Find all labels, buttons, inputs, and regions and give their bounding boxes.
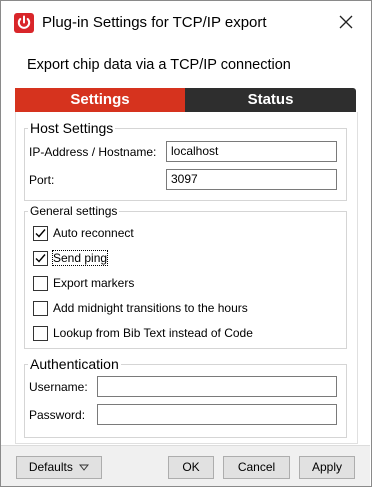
power-icon <box>14 13 34 33</box>
checkbox-box[interactable] <box>33 276 48 291</box>
defaults-button[interactable]: Defaults <box>16 456 102 479</box>
authentication-group: Authentication <box>24 356 347 438</box>
port-label: Port: <box>29 173 55 187</box>
username-field[interactable] <box>97 376 337 397</box>
close-button[interactable] <box>331 7 361 37</box>
close-icon <box>339 15 353 29</box>
port-field[interactable]: 3097 <box>166 169 337 190</box>
authentication-title: Authentication <box>30 356 119 372</box>
dialog-subtitle: Export chip data via a TCP/IP connection <box>27 57 291 73</box>
username-label: Username: <box>29 380 88 394</box>
tab-settings[interactable]: Settings <box>15 88 185 112</box>
cancel-button[interactable]: Cancel <box>223 456 290 479</box>
defaults-label: Defaults <box>28 460 73 474</box>
password-field[interactable] <box>97 404 337 425</box>
tab-bar: Settings Status <box>15 88 356 112</box>
apply-button[interactable]: Apply <box>299 456 355 479</box>
checkbox-box[interactable] <box>33 226 48 241</box>
hostname-label: IP-Address / Hostname: <box>29 145 157 159</box>
window-title: Plug-in Settings for TCP/IP export <box>42 14 267 31</box>
general-settings-title: General settings <box>30 204 118 218</box>
checkmark-icon <box>35 229 46 238</box>
title-bar: Plug-in Settings for TCP/IP export <box>1 1 371 45</box>
password-label: Password: <box>29 408 86 422</box>
checkbox-label: Auto reconnect <box>53 226 134 240</box>
checkbox-box[interactable] <box>33 326 48 341</box>
checkmark-icon <box>35 254 46 263</box>
checkbox-label: Add midnight transitions to the hours <box>53 301 248 315</box>
dialog-footer: Defaults OK Cancel Apply <box>1 445 370 486</box>
checkbox-box[interactable] <box>33 301 48 316</box>
host-settings-title: Host Settings <box>30 120 114 136</box>
chevron-down-icon <box>79 464 90 471</box>
hostname-field[interactable]: localhost <box>166 141 337 162</box>
checkbox-box[interactable] <box>33 251 48 266</box>
checkbox-label: Lookup from Bib Text instead of Code <box>53 326 253 340</box>
checkbox-label: Send ping <box>51 250 109 266</box>
tab-status[interactable]: Status <box>185 88 356 112</box>
ok-button[interactable]: OK <box>168 456 214 479</box>
checkbox-label: Export markers <box>53 276 135 290</box>
